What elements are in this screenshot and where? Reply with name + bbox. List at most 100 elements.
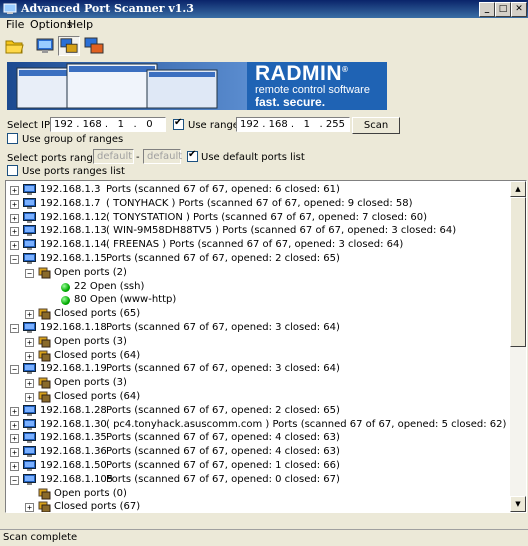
expand-toggle[interactable]: + [10, 434, 19, 444]
expand-toggle[interactable]: − [10, 365, 19, 375]
use-group-checkbox[interactable] [7, 133, 18, 144]
expand-toggle[interactable]: + [10, 227, 19, 237]
port-group-label: Closed ports (67) [54, 501, 141, 513]
host-row[interactable]: +192.168.1.14( FREENAS ) Ports (scanned … [6, 238, 506, 252]
host-ip: 192.168.1.13 [40, 225, 107, 237]
computer-icon [23, 197, 36, 210]
expand-toggle[interactable]: + [25, 351, 34, 361]
ip-from-input[interactable]: 192 . 168 . 1 . 0 [50, 117, 166, 132]
host-row[interactable]: +192.168.1.12( TONYSTATION ) Ports (scan… [6, 211, 506, 225]
expand-toggle[interactable]: + [25, 503, 34, 512]
host-row[interactable]: +192.168.1.28 Ports (scanned 67 of 67, op… [6, 404, 506, 418]
port-row[interactable]: 22 Open (ssh) [6, 280, 506, 294]
expand-toggle[interactable]: + [10, 406, 19, 416]
port-group-row[interactable]: + Open ports (3) [6, 376, 506, 390]
port-group-icon [38, 501, 51, 512]
expand-toggle[interactable]: + [10, 462, 19, 471]
host-info: Ports (scanned 67 of 67, opened: 3 close… [106, 363, 340, 375]
computer-icon [36, 38, 54, 53]
expand-toggle[interactable]: + [10, 420, 19, 430]
expand-toggle[interactable]: + [10, 448, 19, 458]
expand-toggle[interactable]: + [25, 393, 34, 402]
computer-icon [23, 239, 36, 251]
host-row[interactable]: − 192.168.1.18 Ports (scanned 67 of 67, op… [6, 321, 506, 335]
open-button[interactable] [3, 36, 25, 56]
menu-help[interactable]: Help [68, 18, 93, 31]
status-bar: Scan complete [0, 529, 528, 546]
computer-icon [23, 322, 36, 334]
scan-network-button[interactable] [58, 36, 80, 56]
host-row[interactable]: − 192.168.1.19 Ports (scanned 67 of 67, op… [6, 362, 506, 376]
computer-icon [23, 446, 36, 458]
host-row[interactable]: +192.168.1.35 Ports (scanned 67 of 67, op… [6, 431, 506, 445]
results-tree[interactable]: + Closed ports (67) Open ports (0) −192.168… [5, 180, 527, 513]
host-info: ( TONYSTATION ) Ports (scanned 67 of 67,… [106, 211, 427, 223]
port-group-row[interactable]: + Closed ports (64) [6, 349, 506, 363]
expand-toggle[interactable]: + [10, 186, 19, 195]
port-to-input[interactable]: default [143, 149, 182, 164]
expand-toggle[interactable]: + [25, 379, 34, 389]
host-ip: 192.168.1.50 [40, 460, 107, 471]
port-from-input[interactable]: default [93, 149, 134, 164]
port-group-icon [38, 350, 51, 362]
use-default-ports-label: Use default ports list [201, 152, 305, 163]
scan-ports-button[interactable] [83, 36, 105, 56]
ip-to-input[interactable]: 192 . 168 . 1 . 255 [236, 117, 350, 132]
expand-toggle[interactable]: − [25, 268, 34, 278]
menu-file[interactable]: File [6, 18, 24, 31]
host-info: Ports (scanned 67 of 67, opened: 6 close… [106, 184, 340, 195]
host-ip: 192.168.1.18 [40, 322, 107, 333]
expand-toggle[interactable]: + [25, 337, 34, 347]
status-text: Scan complete [3, 532, 78, 543]
computer-icon [23, 225, 36, 237]
use-group-label: Use group of ranges [22, 134, 124, 145]
host-ip: 192.168.1.15 [40, 253, 107, 264]
use-ports-list-checkbox[interactable] [7, 165, 18, 176]
port-group-row[interactable]: + Closed ports (67) [6, 500, 506, 513]
host-row[interactable]: +192.168.1.36 Ports (scanned 67 of 67, op… [6, 445, 506, 459]
expand-toggle[interactable]: + [25, 310, 34, 320]
scroll-up-arrow[interactable]: ▲ [510, 181, 526, 197]
port-group-label: Open ports (3) [54, 335, 127, 347]
host-info: Ports (scanned 67 of 67, opened: 1 close… [106, 460, 340, 471]
host-row[interactable]: +192.168.1.50 Ports (scanned 67 of 67, op… [6, 459, 506, 473]
scroll-down-arrow[interactable]: ▼ [510, 496, 526, 512]
port-group-row[interactable]: + Open ports (3) [6, 335, 506, 349]
host-ip: 192.168.1.7 [40, 197, 101, 209]
use-range-label: Use range [188, 120, 239, 131]
scan-button[interactable]: Scan [352, 117, 400, 134]
scroll-thumb[interactable] [510, 197, 526, 347]
host-info: Ports (scanned 67 of 67, opened: 2 close… [106, 404, 340, 416]
expand-toggle[interactable]: − [10, 324, 19, 333]
port-row[interactable]: 80 Open (www-http) [6, 293, 506, 307]
port-group-row[interactable]: + Closed ports (64) [6, 390, 506, 404]
computer-icon [23, 404, 36, 417]
use-range-checkbox[interactable] [173, 117, 184, 130]
maximize-button[interactable]: □ [495, 2, 511, 17]
scan-network-icon [60, 38, 78, 53]
minimize-button[interactable]: _ [479, 2, 495, 17]
host-row[interactable]: +192.168.1.7 ( TONYHACK ) Ports (scanned … [6, 197, 506, 211]
port-group-row[interactable]: − Open ports (2) [6, 266, 506, 280]
port-group-row[interactable]: Open ports (0) [6, 487, 506, 501]
close-button[interactable]: ✕ [511, 2, 527, 17]
expand-toggle[interactable]: − [10, 255, 19, 264]
computer-button[interactable] [34, 36, 56, 56]
host-row[interactable]: − 192.168.1.105 Ports (scanned 67 of 67, o… [6, 473, 506, 487]
scan-ports-icon [84, 37, 104, 54]
host-ip: 192.168.1.12 [40, 211, 107, 223]
expand-toggle[interactable]: + [10, 213, 19, 223]
host-info: ( WIN-9M58DH88TV5 ) Ports (scanned 67 of… [106, 225, 457, 237]
expand-toggle[interactable]: + [10, 199, 19, 209]
expand-toggle[interactable]: + [10, 241, 19, 251]
host-row[interactable]: +192.168.1.30( pc4.tonyhack.asuscomm.com… [6, 418, 506, 432]
host-row[interactable]: +192.168.1.13( WIN-9M58DH88TV5 ) Ports (… [6, 224, 506, 238]
port-group-row[interactable]: + Closed ports (65) [6, 307, 506, 321]
expand-toggle[interactable]: − [10, 475, 19, 485]
use-default-ports-checkbox[interactable] [187, 149, 198, 162]
vertical-scrollbar[interactable]: ▲ ▼ [510, 181, 526, 512]
radmin-ad-banner[interactable]: RADMIN® remote control software fast. se… [7, 62, 387, 110]
host-row[interactable]: − 192.168.1.15 Ports (scanned 67 of 67, op… [6, 252, 506, 266]
host-row[interactable]: +192.168.1.3 Ports (scanned 67 of 67, ope… [6, 183, 506, 197]
menu-options[interactable]: Options [30, 18, 72, 31]
